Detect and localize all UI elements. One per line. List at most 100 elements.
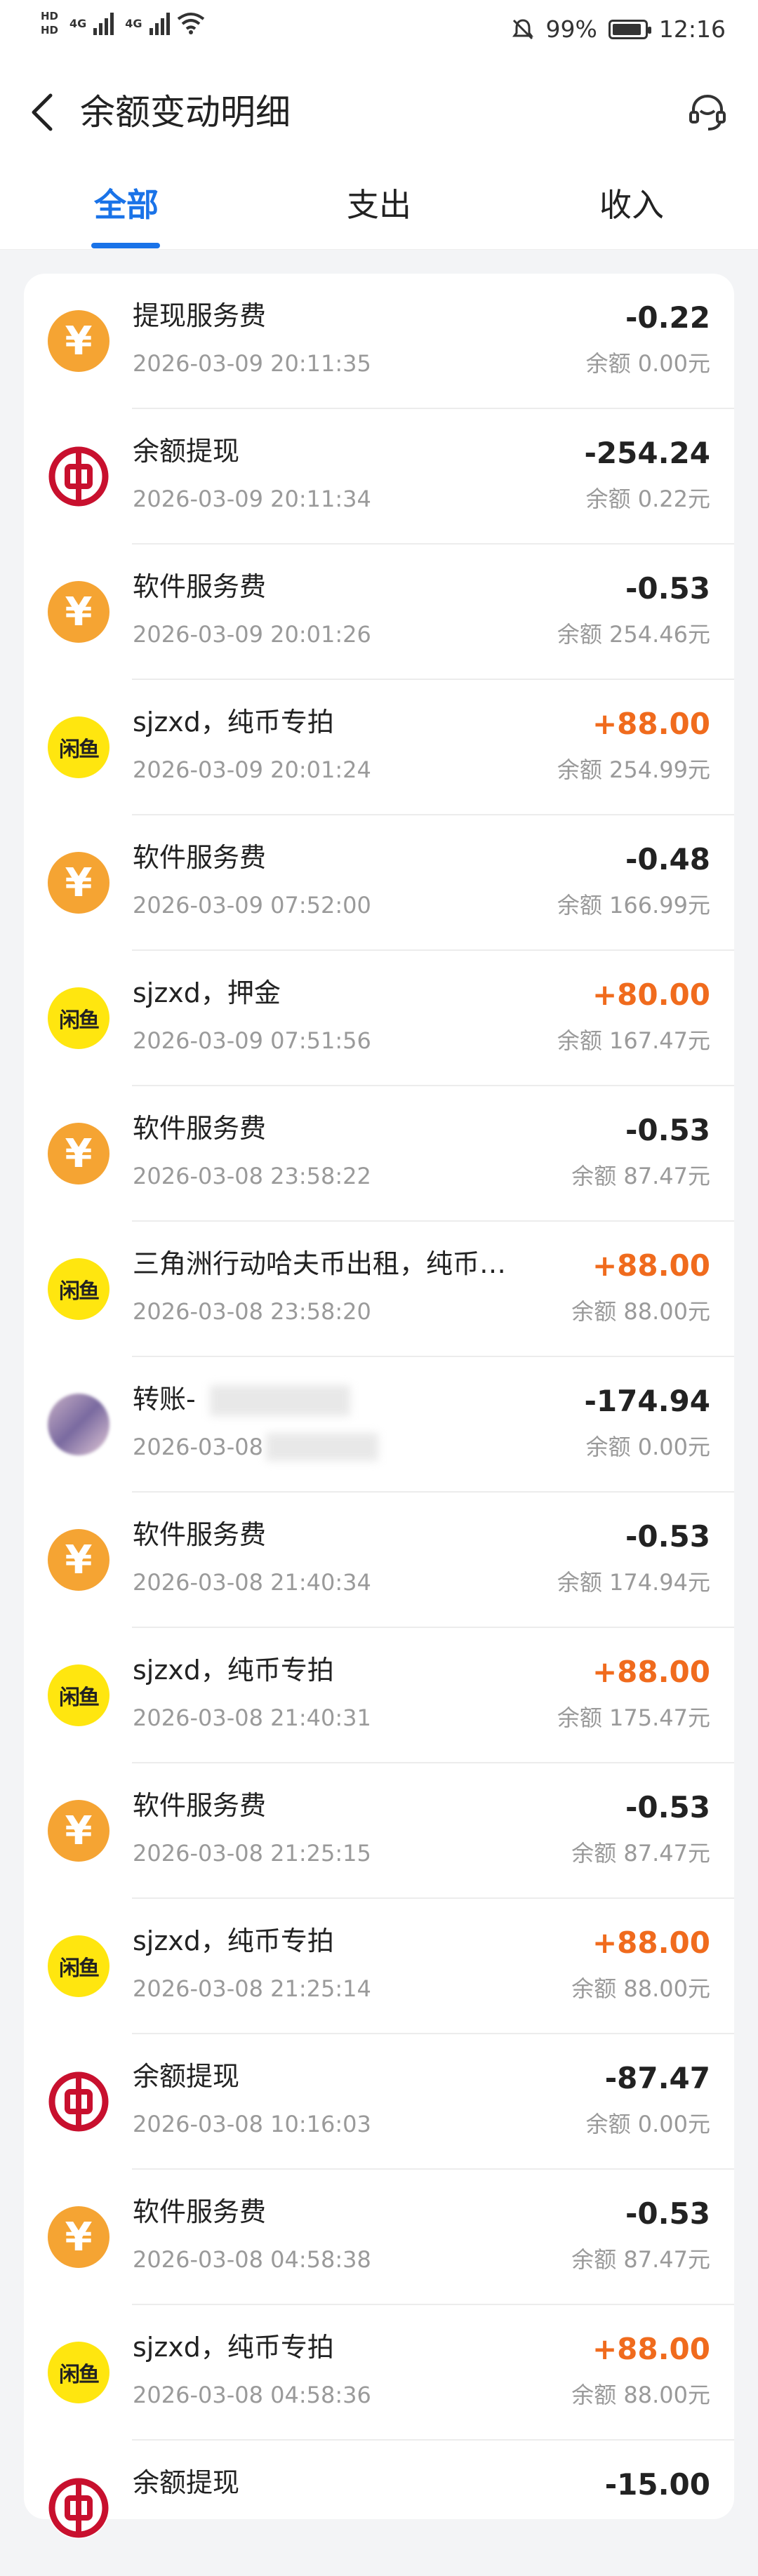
bank-of-china-logo-icon xyxy=(48,446,109,507)
avatar xyxy=(48,1394,109,1455)
xianyu-logo-icon: 闲鱼 xyxy=(48,1258,109,1320)
transaction-title: sjzxd，纯币专拍 xyxy=(133,2332,334,2363)
wifi-icon xyxy=(177,13,204,34)
transaction-time: 2026-03-09 20:11:34 xyxy=(133,486,371,512)
status-left: HD HD 4G 4G xyxy=(41,10,205,36)
transaction-amount: +88.00 xyxy=(592,707,710,741)
transaction-title: 余额提现 xyxy=(133,2467,240,2498)
transaction-time: 2026-03-09 20:11:35 xyxy=(133,350,371,377)
transaction-title: 软件服务费 xyxy=(133,1113,267,1144)
status-bar: HD HD 4G 4G 99% 12:16 xyxy=(0,0,758,63)
transaction-row[interactable]: 转账- 2026-03-08 -174.94 余额 0.00元 xyxy=(24,1357,734,1493)
transaction-row[interactable]: 闲鱼 三角洲行动哈夫币出租，纯币哈夫... 2026-03-08 23:58:20 +… xyxy=(24,1222,734,1357)
transaction-title: 软件服务费 xyxy=(133,1519,267,1550)
mute-bell-icon xyxy=(512,18,533,39)
transaction-time: 2026-03-08 04:58:38 xyxy=(133,2246,371,2273)
balance-after: 余额 87.47元 xyxy=(571,2246,710,2273)
balance-after: 余额 174.94元 xyxy=(557,1569,710,1596)
transaction-amount: -0.53 xyxy=(625,571,710,606)
yuan-icon: ¥ xyxy=(48,581,109,643)
clock: 12:16 xyxy=(658,15,726,43)
transaction-amount: +88.00 xyxy=(592,1655,710,1689)
transaction-row[interactable]: ¥ 软件服务费 2026-03-08 21:40:34 -0.53 余额 174.94元 xyxy=(24,1493,734,1628)
transaction-row[interactable]: ¥ 软件服务费 2026-03-08 04:58:38 -0.53 余额 87.47元 xyxy=(24,2170,734,2305)
signal-icon-2 xyxy=(149,11,170,35)
transaction-time: 2026-03-08 04:58:36 xyxy=(133,2382,371,2408)
transaction-time: 2026-03-08 23:58:22 xyxy=(133,1163,371,1189)
transaction-title: sjzxd，押金 xyxy=(133,977,281,1008)
transaction-row[interactable]: ¥ 软件服务费 2026-03-08 23:58:22 -0.53 余额 87.47元 xyxy=(24,1086,734,1222)
balance-after: 余额 88.00元 xyxy=(571,2382,710,2408)
headset-icon[interactable] xyxy=(685,90,730,135)
transaction-time: 2026-03-09 20:01:26 xyxy=(133,621,371,648)
transaction-time: 2026-03-09 07:51:56 xyxy=(133,1027,371,1054)
redaction-blur xyxy=(266,1433,378,1461)
transaction-amount: -174.94 xyxy=(584,1384,710,1418)
transaction-title: sjzxd，纯币专拍 xyxy=(133,1655,334,1686)
transaction-time: 2026-03-09 07:52:00 xyxy=(133,892,371,919)
transaction-title: 三角洲行动哈夫币出租，纯币哈夫... xyxy=(133,1248,526,1279)
transaction-time: 2026-03-08 21:25:15 xyxy=(133,1840,371,1867)
xianyu-logo-icon: 闲鱼 xyxy=(48,987,109,1049)
yuan-icon: ¥ xyxy=(48,2206,109,2268)
hd-label-2: HD xyxy=(41,24,59,36)
transaction-title: 余额提现 xyxy=(133,2061,240,2092)
network-label-1: 4G xyxy=(69,16,87,30)
status-right: 99% 12:16 xyxy=(511,15,726,43)
balance-after: 余额 254.99元 xyxy=(557,756,710,783)
transaction-list: ¥ 提现服务费 2026-03-09 20:11:35 -0.22 余额 0.00元 余额… xyxy=(24,274,734,2539)
bank-of-china-logo-icon xyxy=(48,2071,109,2133)
transaction-row[interactable]: 闲鱼 sjzxd，纯币专拍 2026-03-08 21:40:31 +88.00 余额 … xyxy=(24,1628,734,1763)
transaction-row[interactable]: 闲鱼 sjzxd，纯币专拍 2026-03-09 20:01:24 +88.00 余额 … xyxy=(24,680,734,815)
network-label-2: 4G xyxy=(125,16,142,30)
transaction-time: 2026-03-08 10:16:03 xyxy=(133,2111,371,2137)
transaction-row[interactable]: ¥ 软件服务费 2026-03-09 07:52:00 -0.48 余额 166.99元 xyxy=(24,815,734,951)
tab-expense[interactable]: 支出 xyxy=(309,180,449,226)
transaction-amount: +80.00 xyxy=(592,977,710,1012)
header: 余额变动明细 xyxy=(0,63,758,161)
balance-after: 余额 0.22元 xyxy=(585,486,710,512)
transaction-row[interactable]: ¥ 软件服务费 2026-03-09 20:01:26 -0.53 余额 254.46元 xyxy=(24,545,734,680)
xianyu-logo-icon: 闲鱼 xyxy=(48,2342,109,2403)
transaction-row[interactable]: 余额提现 2026-03-08 10:16:03 -87.47 余额 0.00元 xyxy=(24,2034,734,2170)
transaction-amount: -0.53 xyxy=(625,2196,710,2231)
active-tab-indicator xyxy=(91,243,160,248)
page-title: 余额变动明细 xyxy=(80,92,291,133)
transaction-title: 提现服务费 xyxy=(133,300,267,331)
yuan-icon: ¥ xyxy=(48,310,109,372)
signal-icon xyxy=(93,11,114,35)
transaction-title: 软件服务费 xyxy=(133,1790,267,1821)
transaction-row[interactable]: 闲鱼 sjzxd，押金 2026-03-09 07:51:56 +80.00 余额 16… xyxy=(24,951,734,1086)
transaction-row[interactable]: ¥ 软件服务费 2026-03-08 21:25:15 -0.53 余额 87.47元 xyxy=(24,1763,734,1899)
xianyu-logo-icon: 闲鱼 xyxy=(48,716,109,778)
transaction-title: 软件服务费 xyxy=(133,842,267,873)
tab-income[interactable]: 收入 xyxy=(561,180,702,226)
transaction-time: 2026-03-08 23:58:20 xyxy=(133,1298,371,1325)
balance-after: 余额 0.00元 xyxy=(585,2111,710,2137)
balance-after: 余额 0.00元 xyxy=(585,1434,710,1460)
transaction-amount: -0.22 xyxy=(625,300,710,335)
balance-after: 余额 87.47元 xyxy=(571,1163,710,1189)
xianyu-logo-icon: 闲鱼 xyxy=(48,1664,109,1726)
transaction-title: 余额提现 xyxy=(133,436,240,467)
transaction-amount: -0.53 xyxy=(625,1790,710,1824)
transaction-time: 2026-03-08 21:25:14 xyxy=(133,1975,371,2002)
transaction-title: sjzxd，纯币专拍 xyxy=(133,707,334,738)
transaction-row[interactable]: 余额提现 2026-03-09 20:11:34 -254.24 余额 0.22元 xyxy=(24,409,734,545)
transaction-row[interactable]: ¥ 提现服务费 2026-03-09 20:11:35 -0.22 余额 0.00元 xyxy=(24,274,734,409)
transaction-row[interactable]: 闲鱼 sjzxd，纯币专拍 2026-03-08 21:25:14 +88.00 余额 … xyxy=(24,1899,734,2034)
transaction-amount: +88.00 xyxy=(592,1926,710,1960)
balance-after: 余额 87.47元 xyxy=(571,1840,710,1867)
transaction-time: 2026-03-08 21:40:31 xyxy=(133,1704,371,1731)
transaction-amount: -0.53 xyxy=(625,1519,710,1554)
chevron-left-icon[interactable] xyxy=(24,90,60,135)
yuan-icon: ¥ xyxy=(48,1800,109,1862)
transaction-amount: -254.24 xyxy=(584,436,710,470)
transaction-row[interactable]: 闲鱼 sjzxd，纯币专拍 2026-03-08 04:58:36 +88.00 余额 … xyxy=(24,2305,734,2441)
transaction-title: 软件服务费 xyxy=(133,2196,267,2227)
transaction-row[interactable]: 余额提现 -15.00 xyxy=(24,2441,734,2576)
transaction-time: 2026-03-09 20:01:24 xyxy=(133,756,371,783)
tab-all[interactable]: 全部 xyxy=(56,180,197,226)
transaction-time: 2026-03-08 xyxy=(133,1434,263,1460)
battery-icon xyxy=(608,19,651,39)
